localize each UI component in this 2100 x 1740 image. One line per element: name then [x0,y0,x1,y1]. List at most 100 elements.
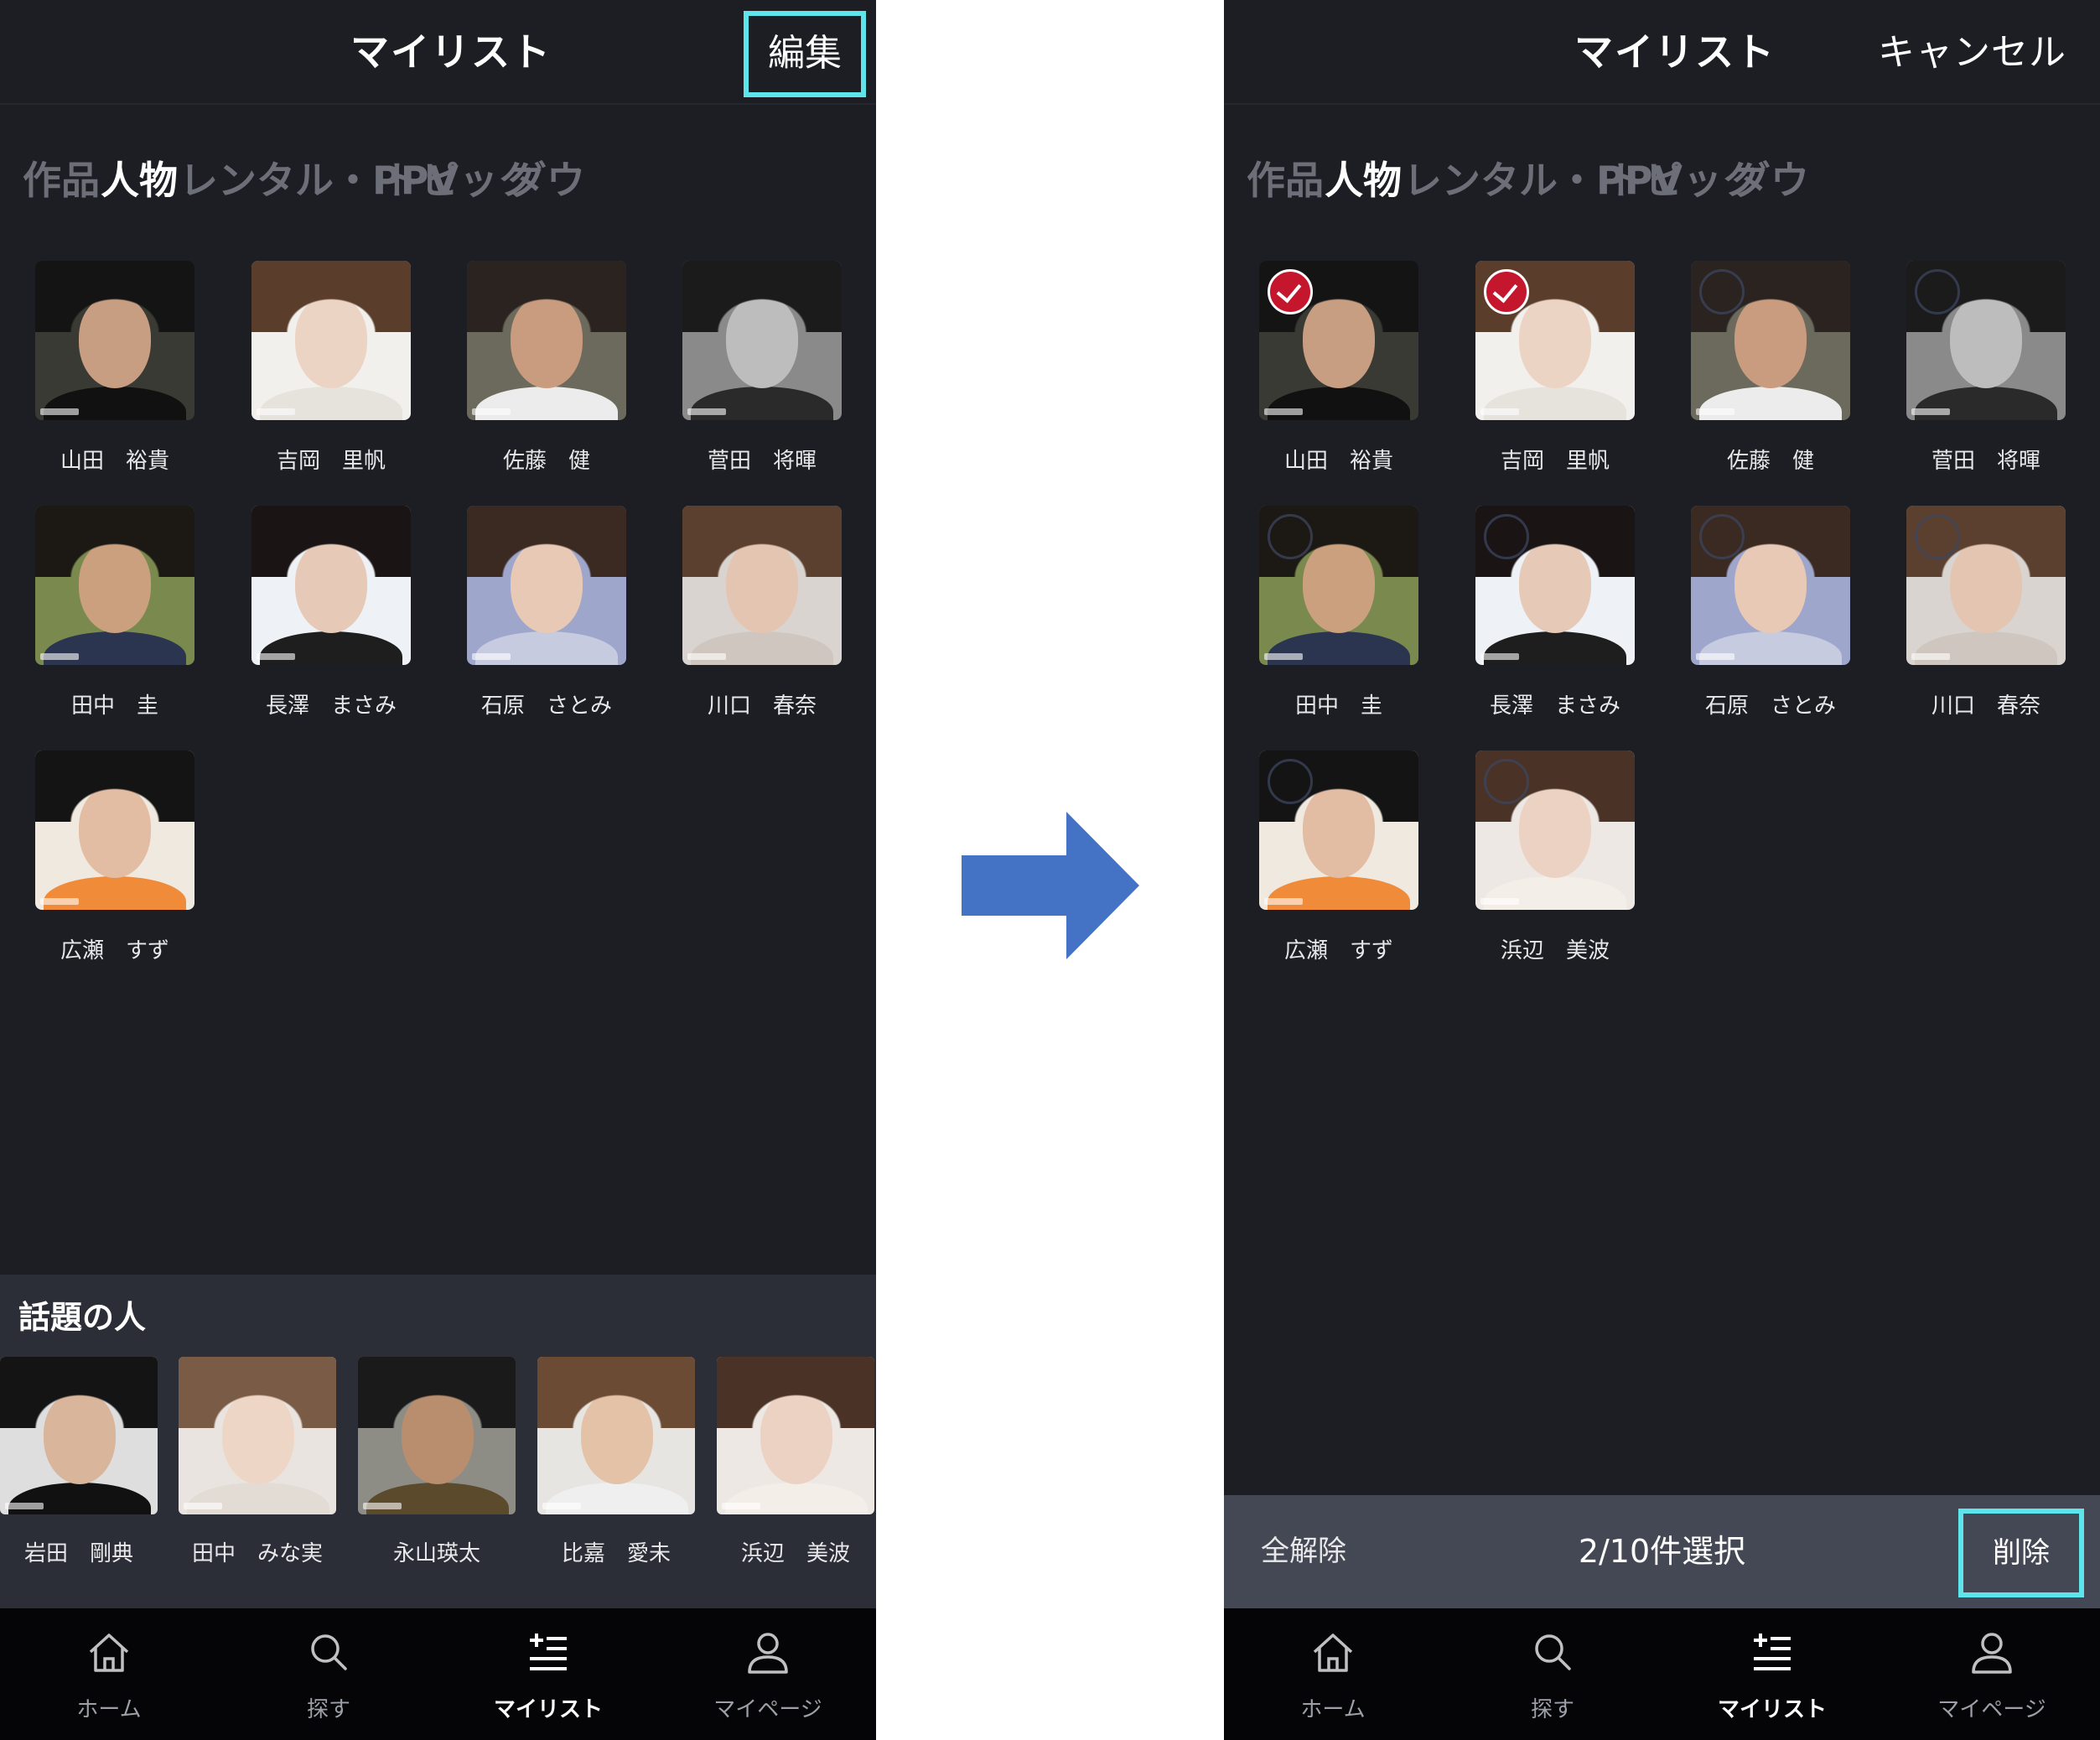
person-card[interactable]: 菅田 将暉 [1906,261,2066,475]
avatar [35,261,194,420]
nav-item-home[interactable]: ホーム [0,1608,218,1740]
avatar [1475,506,1635,665]
home-icon [89,1634,129,1672]
trending-person-card[interactable]: 永山瑛太 [358,1357,516,1567]
trending-person-card[interactable]: 岩田 剛典 [0,1357,158,1567]
avatar [682,261,842,420]
photo-credit-mark [1264,653,1303,660]
person-card[interactable]: 浜辺 美波 [1475,751,1635,964]
nav-item-home[interactable]: ホーム [1224,1608,1442,1740]
avatar [1906,261,2066,420]
unchecked-checkbox-icon[interactable] [1484,759,1529,804]
delete-button[interactable]: 削除 [1958,1509,2084,1597]
avatar-hair [35,506,194,577]
avatar-hair [35,261,194,332]
unchecked-checkbox-icon[interactable] [1915,269,1960,314]
nav-item-profile[interactable]: マイページ [1883,1608,2100,1740]
profile-icon [748,1633,788,1674]
person-card[interactable]: 菅田 将暉 [682,261,842,475]
person-card[interactable]: 長澤 まさみ [251,506,411,719]
trending-person-card[interactable]: 田中 みな実 [179,1357,336,1567]
tab-works[interactable]: 作品 [23,143,100,218]
nav-label: 探す [1530,1697,1574,1722]
person-name: 田中 みな実 [191,1541,323,1566]
person-name: 吉岡 里帆 [276,449,386,474]
cancel-button[interactable]: キャンセル [1878,0,2066,105]
avatar [1691,506,1850,665]
person-card[interactable]: 佐藤 健 [1691,261,1850,475]
nav-item-mylist[interactable]: マイリスト [1663,1608,1881,1740]
unchecked-checkbox-icon[interactable] [1915,514,1960,559]
photo-credit-mark [184,1503,222,1509]
unchecked-checkbox-icon[interactable] [1268,514,1313,559]
unchecked-checkbox-icon[interactable] [1699,269,1745,314]
avatar-hair [467,261,626,332]
photo-credit-mark [1480,653,1519,660]
tab-downloads[interactable]: ダウ [1732,143,1809,218]
nav-item-search[interactable]: 探す [1444,1608,1662,1740]
person-card[interactable]: 石原 さとみ [1691,506,1850,719]
person-card[interactable]: 石原 さとみ [467,506,626,719]
person-name: 山田 裕貴 [60,449,169,474]
avatar-hair [179,1357,336,1428]
avatar [1475,751,1635,910]
avatar [179,1357,336,1514]
avatar [1691,261,1850,420]
avatar-hair [251,261,411,332]
header: マイリスト 編集 [0,0,876,105]
photo-credit-mark [1696,408,1734,415]
person-card[interactable]: 広瀬 すず [35,751,194,964]
person-card[interactable]: 吉岡 里帆 [251,261,411,475]
person-name: 川口 春奈 [1931,693,2040,719]
home-icon [1313,1634,1353,1672]
avatar [1906,506,2066,665]
person-card[interactable]: 田中 圭 [1259,506,1418,719]
person-name: 川口 春奈 [707,693,817,719]
photo-credit-mark [40,653,79,660]
tab-people[interactable]: 人物 [1325,143,1402,218]
checked-checkbox-icon[interactable] [1268,269,1313,314]
unchecked-checkbox-icon[interactable] [1484,514,1529,559]
person-name: 長澤 まさみ [1489,693,1620,719]
edit-button[interactable]: 編集 [744,11,866,97]
person-name: 広瀬 すず [1283,938,1393,963]
person-name: 佐藤 健 [502,449,590,474]
tab-people[interactable]: 人物 [101,143,178,218]
avatar [35,751,194,910]
bottom-nav: ホーム 探す マイリスト マイページ [0,1608,876,1740]
avatar [467,506,626,665]
person-card[interactable]: 長澤 まさみ [1475,506,1635,719]
person-name: 長澤 まさみ [265,693,397,719]
person-card[interactable]: 広瀬 すず [1259,751,1418,964]
tab-downloads[interactable]: ダウ [508,143,585,218]
person-card[interactable]: 吉岡 里帆 [1475,261,1635,475]
person-card[interactable]: 山田 裕貴 [35,261,194,475]
person-name: 田中 圭 [1294,693,1382,719]
trending-person-card[interactable]: 浜辺 美波 [717,1357,874,1567]
avatar-hair [467,506,626,577]
unchecked-checkbox-icon[interactable] [1699,514,1745,559]
person-name: 比嘉 愛未 [561,1541,671,1566]
nav-item-search[interactable]: 探す [220,1608,438,1740]
deselect-all-button[interactable]: 全解除 [1261,1495,1346,1608]
avatar-hair [717,1357,874,1428]
avatar [358,1357,516,1514]
nav-item-profile[interactable]: マイページ [659,1608,876,1740]
tab-works[interactable]: 作品 [1247,143,1324,218]
section-title: 話題の人 [18,1299,147,1336]
person-card[interactable]: 田中 圭 [35,506,194,719]
person-card[interactable]: 山田 裕貴 [1259,261,1418,475]
avatar [682,506,842,665]
person-card[interactable]: 川口 春奈 [1906,506,2066,719]
nav-item-mylist[interactable]: マイリスト [439,1608,657,1740]
photo-credit-mark [40,898,79,905]
page-title: マイリスト [1574,29,1776,75]
person-name: 永山瑛太 [392,1541,480,1566]
person-card[interactable]: 佐藤 健 [467,261,626,475]
unchecked-checkbox-icon[interactable] [1268,759,1313,804]
person-card[interactable]: 川口 春奈 [682,506,842,719]
checked-checkbox-icon[interactable] [1484,269,1529,314]
mylist-screen-edit-mode: マイリスト キャンセル 作品 人物 レンタル・PPV トピック ダウ 山田 裕貴… [1224,0,2100,1740]
trending-person-card[interactable]: 比嘉 愛未 [537,1357,695,1567]
avatar-hair [537,1357,695,1428]
